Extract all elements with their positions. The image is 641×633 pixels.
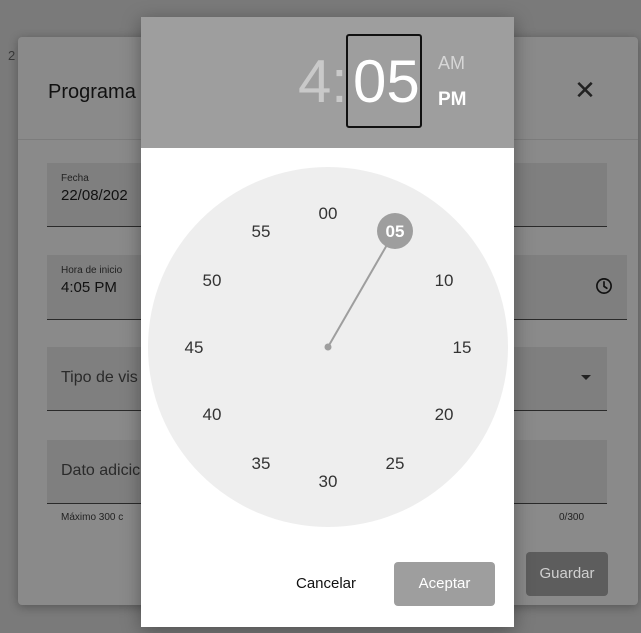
start-time-field-value: 4:05 PM: [61, 279, 117, 296]
minute-label-55[interactable]: 55: [252, 222, 271, 241]
dialog-title: Programa: [48, 81, 136, 103]
minute-label-50[interactable]: 50: [202, 271, 221, 290]
pm-toggle[interactable]: PM: [438, 89, 467, 111]
minute-label-15[interactable]: 15: [453, 338, 472, 357]
minute-label-05[interactable]: 05: [386, 222, 405, 241]
minute-display[interactable]: 05: [353, 47, 420, 117]
minute-label-25[interactable]: 25: [386, 454, 405, 473]
minute-label-35[interactable]: 35: [252, 454, 271, 473]
clock-dial[interactable]: 00 05 10 15 20 25 30 35 40 45 50 55: [148, 167, 508, 527]
time-picker-header: 4 : 05 AM PM: [141, 17, 514, 148]
helper-text: Máximo 300 c: [61, 512, 124, 523]
clock-icon[interactable]: [595, 277, 613, 295]
date-field-value: 22/08/202: [61, 187, 128, 204]
close-icon[interactable]: ✕: [570, 75, 600, 105]
clock-center-dot: [324, 343, 332, 351]
minute-label-30[interactable]: 30: [319, 472, 338, 491]
cancel-button[interactable]: Cancelar: [281, 562, 371, 606]
save-button[interactable]: Guardar: [526, 552, 608, 596]
time-picker: 4 : 05 AM PM 00 05 10 15 20 25 30 35 40 45 50 55 Ca…: [141, 17, 514, 627]
accept-button[interactable]: Aceptar: [394, 562, 495, 606]
character-counter: 0/300: [559, 512, 585, 523]
visit-type-placeholder: Tipo de vis: [61, 369, 138, 386]
hour-display[interactable]: 4: [298, 47, 331, 117]
minute-label-45[interactable]: 45: [185, 338, 204, 357]
additional-data-placeholder: Dato adicic: [61, 462, 141, 479]
minute-label-40[interactable]: 40: [202, 405, 221, 424]
minute-label-00[interactable]: 00: [319, 204, 338, 223]
start-time-field-label: Hora de inicio: [61, 265, 123, 276]
am-toggle[interactable]: AM: [438, 53, 465, 74]
date-field-label: Fecha: [61, 173, 89, 184]
background-fragment: 2: [8, 48, 16, 63]
minute-label-20[interactable]: 20: [435, 405, 454, 424]
chevron-down-icon: [581, 375, 591, 380]
minute-label-10[interactable]: 10: [435, 271, 454, 290]
